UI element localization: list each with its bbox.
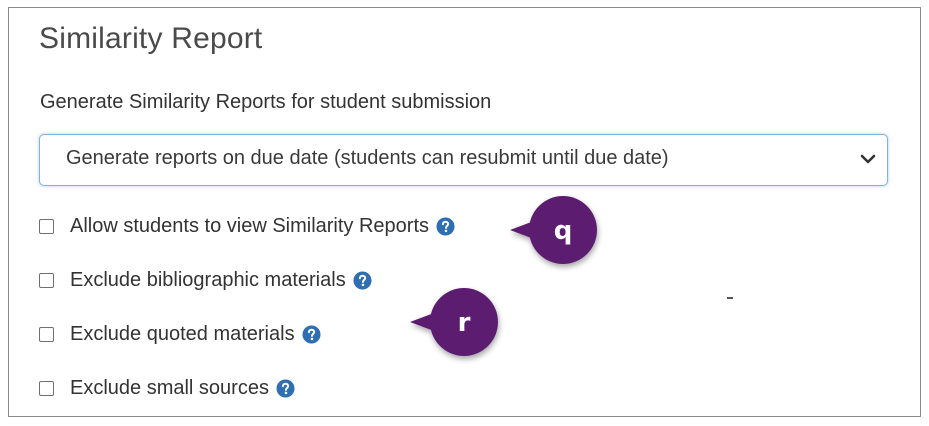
stray-mark [727,297,733,299]
callout-label: q [554,216,573,246]
option-exclude-quoted[interactable]: Exclude quoted materials [39,319,321,349]
help-icon[interactable] [436,216,455,236]
help-icon[interactable] [353,270,372,290]
option-label: Exclude quoted materials [70,322,295,345]
checkbox[interactable] [39,326,54,342]
option-exclude-small-sources[interactable]: Exclude small sources [39,373,295,403]
select-value: Generate reports on due date (students c… [66,147,669,169]
help-icon[interactable] [276,378,295,398]
option-label: Exclude bibliographic materials [70,268,346,291]
callout-label: r [458,308,471,338]
generate-reports-select[interactable]: Generate reports on due date (students c… [39,134,888,186]
callout-q: q [510,196,597,264]
option-label: Exclude small sources [70,376,269,399]
option-exclude-bibliographic[interactable]: Exclude bibliographic materials [39,265,372,295]
checkbox[interactable] [39,272,54,288]
option-allow-view-reports[interactable]: Allow students to view Similarity Report… [39,211,455,241]
checkbox[interactable] [39,380,54,396]
page-title: Similarity Report [39,22,263,55]
help-icon[interactable] [302,324,321,344]
generate-reports-label: Generate Similarity Reports for student … [40,91,492,113]
option-label: Allow students to view Similarity Report… [70,214,430,237]
checkbox[interactable] [39,218,54,234]
chevron-down-icon [860,154,876,164]
callout-r: r [410,288,498,356]
